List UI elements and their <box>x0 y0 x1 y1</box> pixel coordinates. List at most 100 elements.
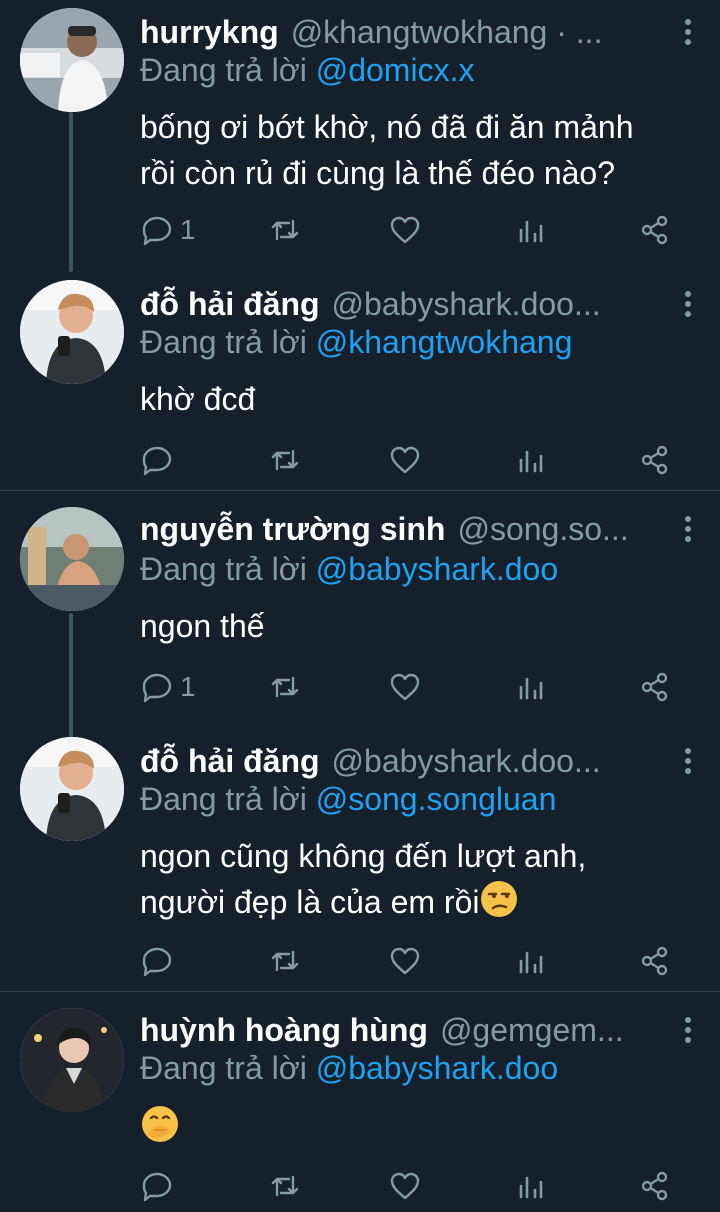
username-handle[interactable]: @song.so... <box>457 511 700 548</box>
analytics-button[interactable] <box>514 667 548 707</box>
retweet-button[interactable] <box>268 667 302 707</box>
reply-count: 1 <box>180 671 196 702</box>
heart-icon <box>390 216 420 244</box>
share-icon <box>641 1171 668 1201</box>
replying-to: Đang trả lời @domicx.x <box>140 52 700 96</box>
retweet-button[interactable] <box>268 1166 302 1206</box>
tweet-text: ngon cũng không đến lượt anh, người đẹp … <box>140 833 700 925</box>
tweet-text-line-content: người đẹp là của em rồi <box>140 884 480 920</box>
thread-connector <box>69 112 73 272</box>
more-vertical-icon[interactable] <box>676 745 700 777</box>
reply-button[interactable]: 1 <box>140 667 196 707</box>
reply-prefix: Đang trả lời <box>140 1050 307 1086</box>
reply-button[interactable]: 1 <box>140 210 196 250</box>
mention-link[interactable]: @khangtwokhang <box>316 324 573 360</box>
replying-to: Đang trả lời @babyshark.doo <box>140 551 700 595</box>
retweet-icon <box>271 219 299 241</box>
more-vertical-icon[interactable] <box>676 513 700 545</box>
share-button[interactable] <box>638 440 672 480</box>
analytics-button[interactable] <box>514 1166 548 1206</box>
tweet[interactable]: hurrykng @khangtwokhang · ... Đang trả l… <box>0 0 720 272</box>
more-vertical-icon[interactable] <box>676 288 700 320</box>
tweet-actions <box>140 1166 700 1206</box>
username-handle[interactable]: @gemgem... <box>440 1012 700 1049</box>
share-button[interactable] <box>638 210 672 250</box>
username-handle[interactable]: @babyshark.doo... <box>332 286 700 323</box>
tweet-text-line: bống ơi bớt khờ, nó đã đi ăn mảnh <box>140 109 634 145</box>
display-name[interactable]: hurrykng <box>140 14 279 51</box>
like-button[interactable] <box>388 667 422 707</box>
tweet-text-line: ngon thế <box>140 608 265 644</box>
username-handle[interactable]: @babyshark.doo... <box>332 743 700 780</box>
tweet-text-line: người đẹp là của em rồi <box>140 879 700 925</box>
display-name[interactable]: nguyễn trường sinh <box>140 511 445 548</box>
display-name[interactable]: đỗ hải đăng <box>140 743 320 780</box>
tweet-actions <box>140 440 700 480</box>
tweet-text-line: khờ đcđ <box>140 381 256 417</box>
analytics-icon <box>519 677 543 700</box>
tweet-text-line <box>140 1104 700 1150</box>
like-button[interactable] <box>388 941 422 981</box>
analytics-icon <box>519 951 543 974</box>
analytics-button[interactable] <box>514 440 548 480</box>
analytics-button[interactable] <box>514 941 548 981</box>
reply-prefix: Đang trả lời <box>140 324 307 360</box>
mention-link[interactable]: @babyshark.doo <box>316 1050 558 1086</box>
share-button[interactable] <box>638 941 672 981</box>
like-button[interactable] <box>388 210 422 250</box>
share-button[interactable] <box>638 1166 672 1206</box>
tweet-text: khờ đcđ <box>140 376 700 422</box>
retweet-button[interactable] <box>268 941 302 981</box>
tweet[interactable]: nguyễn trường sinh @song.so... Đang trả … <box>0 491 720 739</box>
unamused-face-emoji-icon <box>481 881 518 917</box>
retweet-icon <box>271 449 299 471</box>
retweet-icon <box>271 950 299 972</box>
reply-button[interactable] <box>140 941 180 981</box>
tweet-text-line: ngon cũng không đến lượt anh, <box>140 838 587 874</box>
retweet-icon <box>271 1175 299 1197</box>
heart-icon <box>390 947 420 975</box>
username-handle[interactable]: @khangtwokhang · ... <box>291 14 700 51</box>
avatar[interactable] <box>20 280 124 384</box>
avatar[interactable] <box>20 737 124 841</box>
reply-icon <box>142 947 172 977</box>
reply-icon <box>142 1172 172 1202</box>
analytics-icon <box>519 1176 543 1199</box>
like-button[interactable] <box>388 1166 422 1206</box>
replying-to: Đang trả lời @babyshark.doo <box>140 1050 700 1094</box>
share-button[interactable] <box>638 667 672 707</box>
tweet[interactable]: huỳnh hoàng hùng @gemgem... Đang trả lời… <box>0 992 720 1212</box>
analytics-icon <box>519 450 543 473</box>
mention-link[interactable]: @song.songluan <box>316 781 557 817</box>
mention-link[interactable]: @domicx.x <box>316 52 475 88</box>
tweet[interactable]: đỗ hải đăng @babyshark.doo... Đang trả l… <box>0 262 720 490</box>
avatar[interactable] <box>20 8 124 112</box>
replying-to: Đang trả lời @song.songluan <box>140 781 700 825</box>
tweet-text <box>140 1104 700 1150</box>
display-name[interactable]: huỳnh hoàng hùng <box>140 1012 428 1049</box>
reply-button[interactable] <box>140 440 180 480</box>
tweet-text: bống ơi bớt khờ, nó đã đi ăn mảnh rồi cò… <box>140 104 700 196</box>
more-vertical-icon[interactable] <box>676 1014 700 1046</box>
reply-icon <box>142 216 172 246</box>
avatar[interactable] <box>20 1008 124 1112</box>
replying-to: Đang trả lời @khangtwokhang <box>140 324 700 368</box>
tweet[interactable]: đỗ hải đăng @babyshark.doo... Đang trả l… <box>0 719 720 991</box>
tweet-text: ngon thế <box>140 603 700 649</box>
reply-button[interactable] <box>140 1166 180 1206</box>
analytics-button[interactable] <box>514 210 548 250</box>
like-button[interactable] <box>388 440 422 480</box>
share-icon <box>641 215 668 245</box>
reply-thread: hurrykng @khangtwokhang · ... Đang trả l… <box>0 0 720 1212</box>
face-with-hand-over-mouth-emoji-icon <box>142 1106 178 1142</box>
display-name[interactable]: đỗ hải đăng <box>140 286 320 323</box>
retweet-icon <box>271 676 299 698</box>
more-vertical-icon[interactable] <box>676 16 700 48</box>
avatar[interactable] <box>20 507 124 611</box>
reply-prefix: Đang trả lời <box>140 52 307 88</box>
reply-icon <box>142 673 172 703</box>
mention-link[interactable]: @babyshark.doo <box>316 551 558 587</box>
tweet-actions <box>140 941 700 981</box>
retweet-button[interactable] <box>268 440 302 480</box>
retweet-button[interactable] <box>268 210 302 250</box>
